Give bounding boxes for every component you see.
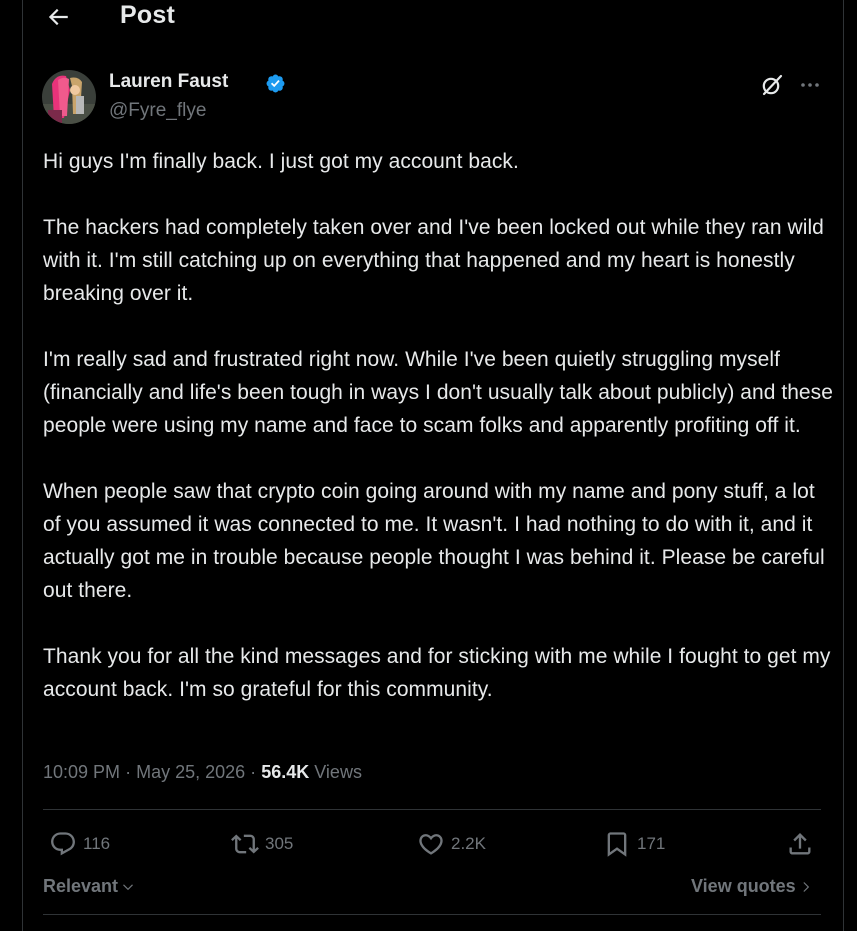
chevron-right-icon bbox=[803, 881, 809, 892]
share-button[interactable] bbox=[786, 827, 814, 861]
post-paragraph: The hackers had completely taken over an… bbox=[43, 216, 824, 305]
share-icon bbox=[789, 833, 811, 855]
bookmark-count: 171 bbox=[637, 834, 666, 853]
post-paragraph: Thank you for all the kind messages and … bbox=[43, 645, 831, 701]
post-paragraph: I'm really sad and frustrated right now.… bbox=[43, 348, 833, 437]
like-count: 2.2K bbox=[451, 834, 486, 853]
view-quotes-label: View quotes bbox=[691, 876, 796, 896]
verified-badge-icon bbox=[265, 73, 286, 94]
sort-label: Relevant bbox=[43, 876, 119, 896]
page-header: Post bbox=[23, 0, 843, 36]
author-handle[interactable]: @Fyre_flye bbox=[109, 100, 206, 122]
post-text: Hi guys I'm finally back. I just got my … bbox=[43, 145, 833, 739]
views-count: 56.4K bbox=[261, 762, 310, 782]
view-quotes-link[interactable]: View quotes bbox=[691, 876, 813, 897]
reply-count: 116 bbox=[83, 834, 111, 853]
repost-count: 305 bbox=[265, 834, 294, 853]
arrow-left-icon bbox=[48, 8, 68, 26]
post-meta: 10:09 PM · May 25, 2026 · 56.4K Views bbox=[43, 762, 362, 783]
repost-icon bbox=[231, 834, 259, 854]
post-time[interactable]: 10:09 PM bbox=[43, 762, 120, 782]
post-date[interactable]: May 25, 2026 bbox=[136, 762, 245, 782]
meta-separator: · bbox=[125, 762, 132, 782]
reply-button[interactable]: 116 bbox=[49, 827, 110, 861]
sort-replies-button[interactable]: Relevant bbox=[43, 876, 135, 897]
post-paragraph: Hi guys I'm finally back. I just got my … bbox=[43, 150, 519, 173]
post-paragraph: When people saw that crypto coin going a… bbox=[43, 480, 825, 602]
repost-button[interactable]: 305 bbox=[231, 827, 293, 861]
divider bbox=[43, 809, 821, 810]
more-horizontal-icon bbox=[801, 83, 819, 87]
page-title: Post bbox=[120, 1, 175, 29]
bookmark-icon bbox=[607, 832, 627, 857]
post-column: Post Lauren Faust @Fyre_flye Hi guys I'm… bbox=[22, 0, 844, 931]
author-name[interactable]: Lauren Faust bbox=[109, 71, 228, 93]
chevron-down-icon bbox=[123, 883, 133, 890]
more-options-button[interactable] bbox=[798, 73, 822, 97]
grok-button[interactable] bbox=[760, 73, 784, 97]
heart-icon bbox=[419, 834, 443, 855]
like-button[interactable]: 2.2K bbox=[417, 827, 486, 861]
bookmark-button[interactable]: 171 bbox=[603, 827, 665, 861]
avatar[interactable] bbox=[42, 70, 96, 124]
grok-icon bbox=[762, 74, 783, 96]
avatar-image bbox=[42, 70, 96, 124]
divider bbox=[43, 914, 821, 915]
views-label: Views bbox=[314, 762, 362, 782]
reply-icon bbox=[51, 832, 75, 856]
meta-separator: · bbox=[250, 762, 257, 782]
back-button[interactable] bbox=[45, 4, 71, 30]
